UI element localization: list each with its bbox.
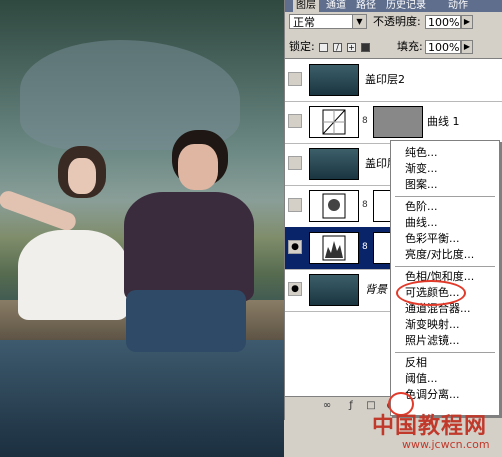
menu-item-threshold[interactable]: 阈值... — [391, 371, 499, 387]
menu-item-gradient-map[interactable]: 渐变映射... — [391, 317, 499, 333]
blend-mode-select[interactable]: 正常 ▼ — [289, 14, 367, 29]
tab-channels[interactable]: 通道 — [323, 0, 349, 12]
levels-adjustment-icon — [309, 232, 359, 264]
link-icon[interactable]: 8 — [362, 115, 370, 127]
visibility-toggle[interactable] — [288, 156, 302, 170]
lock-label: 锁定: — [289, 40, 315, 53]
eye-icon[interactable]: ● — [288, 282, 302, 296]
man-face — [178, 144, 218, 190]
lock-all-icon[interactable] — [361, 43, 370, 52]
visibility-toggle[interactable] — [288, 114, 302, 128]
menu-item-invert[interactable]: 反相 — [391, 355, 499, 371]
menu-item-photo-filter[interactable]: 照片滤镜... — [391, 333, 499, 349]
panel-footer — [284, 420, 372, 457]
menu-separator — [395, 196, 495, 197]
layer-row[interactable]: 盖印层2 — [285, 59, 502, 102]
layer-thumbnail — [309, 274, 359, 306]
menu-separator — [395, 266, 495, 267]
woman-face — [68, 158, 96, 194]
woman-arm — [0, 188, 79, 233]
menu-item-levels[interactable]: 色阶... — [391, 199, 499, 215]
watermark-url: www.jcwcn.com — [402, 438, 490, 451]
blend-mode-value: 正常 — [293, 16, 315, 29]
layer-style-icon[interactable]: ƒ — [345, 400, 357, 412]
highlight-circle-selective-color — [396, 280, 466, 306]
menu-item-color-balance[interactable]: 色彩平衡... — [391, 231, 499, 247]
tab-layers[interactable]: 图层 — [293, 0, 319, 12]
man-jeans — [126, 290, 246, 352]
adjustment-layer-menu: 纯色... 渐变... 图案... 色阶... 曲线... 色彩平衡... 亮度… — [390, 140, 500, 416]
visibility-toggle[interactable] — [288, 198, 302, 212]
opacity-field[interactable]: 100% — [425, 15, 461, 29]
layer-name: 盖印层2 — [365, 73, 405, 86]
visibility-toggle[interactable] — [288, 72, 302, 86]
opacity-slider-arrow-icon[interactable]: ▶ — [461, 15, 473, 29]
woman-dress — [18, 230, 128, 320]
layer-mask-thumbnail[interactable] — [373, 106, 423, 138]
chevron-down-icon[interactable]: ▼ — [352, 15, 366, 28]
menu-item-pattern[interactable]: 图案... — [391, 177, 499, 193]
adjustment-layer-icon — [309, 190, 359, 222]
opacity-label: 不透明度: — [373, 15, 421, 28]
lock-transparency-icon[interactable] — [319, 43, 328, 52]
panel-tabs: 图层 通道 路径 历史记录 动作 — [285, 0, 502, 12]
fill-slider-arrow-icon[interactable]: ▶ — [461, 40, 473, 54]
layer-thumbnail — [309, 64, 359, 96]
watermark-title: 中国教程网 — [372, 413, 488, 439]
tab-actions[interactable]: 动作 — [445, 0, 471, 12]
layer-name: 背景 — [365, 283, 387, 296]
menu-item-curves[interactable]: 曲线... — [391, 215, 499, 231]
lock-move-icon[interactable]: + — [347, 43, 356, 52]
menu-separator — [395, 352, 495, 353]
fill-field[interactable]: 100% — [425, 40, 461, 54]
link-layers-icon[interactable]: ∞ — [321, 400, 333, 412]
photo-canvas[interactable] — [0, 0, 284, 457]
eye-icon[interactable]: ● — [288, 240, 302, 254]
link-icon[interactable]: 8 — [362, 199, 370, 211]
water — [0, 340, 284, 457]
lock-brush-icon[interactable]: / — [333, 43, 342, 52]
tab-paths[interactable]: 路径 — [353, 0, 379, 12]
menu-item-brightness-contrast[interactable]: 亮度/对比度... — [391, 247, 499, 263]
layer-thumbnail — [309, 148, 359, 180]
layer-name: 曲线 1 — [427, 115, 460, 128]
layer-row[interactable]: 8 曲线 1 — [285, 101, 502, 144]
tab-history[interactable]: 历史记录 — [383, 0, 429, 12]
fill-label: 填充: — [397, 40, 423, 53]
menu-item-gradient[interactable]: 渐变... — [391, 161, 499, 177]
link-icon[interactable]: 8 — [362, 241, 370, 253]
man-shirt — [124, 192, 254, 302]
watermark: 中国教程网 www.jcwcn.com — [372, 408, 502, 457]
curves-adjustment-icon — [309, 106, 359, 138]
menu-item-solid-color[interactable]: 纯色... — [391, 145, 499, 161]
